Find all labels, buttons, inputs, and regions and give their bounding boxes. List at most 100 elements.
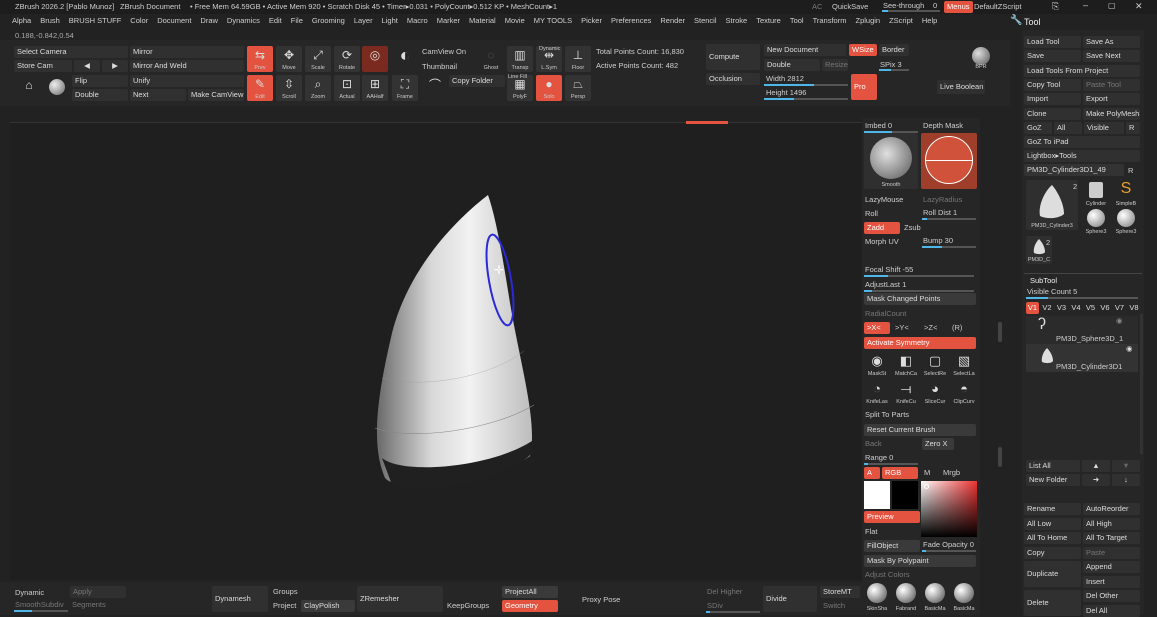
project-all-button[interactable]: ProjectAll — [502, 586, 558, 598]
edit-button[interactable]: ✎ Edit — [247, 75, 273, 101]
smooth-subdiv-track[interactable] — [14, 610, 68, 612]
unify-button[interactable]: Unify — [130, 75, 244, 87]
height-slider-label[interactable]: Height 1496 — [766, 88, 806, 98]
tool-selectre[interactable]: ▢ SelectRe — [922, 352, 948, 378]
lazyradius-slider[interactable]: LazyRadius — [923, 195, 962, 205]
tool-selectla[interactable]: ▧ SelectLa — [951, 352, 977, 378]
list-all-button[interactable]: List All — [1026, 460, 1080, 472]
scroll-button[interactable]: ⇳ Scroll — [276, 75, 302, 101]
tool-thumb-sphere-2[interactable]: Sphere3 — [1112, 208, 1140, 236]
paste-button[interactable]: Paste — [1083, 546, 1140, 559]
menu-document[interactable]: Document — [157, 16, 191, 25]
subtool-list-scrollbar[interactable] — [1140, 314, 1143, 454]
prev-camera-arrow[interactable]: ◀ — [74, 60, 100, 72]
menu-stroke[interactable]: Stroke — [726, 16, 748, 25]
tool-maskst[interactable]: ◉ MaskSt — [864, 352, 890, 378]
all-high-button[interactable]: All High — [1083, 517, 1140, 530]
subtool-header[interactable]: SubTool — [1030, 276, 1057, 286]
r-button[interactable]: R — [1126, 121, 1140, 134]
version-v8[interactable]: V8 — [1128, 302, 1141, 314]
actual-button[interactable]: ⊡ Actual — [334, 75, 360, 101]
del-higher-button[interactable]: Del Higher — [707, 587, 742, 597]
subtool-item-cylinder[interactable]: ◉ PM3D_Cylinder3D1 — [1026, 344, 1138, 372]
menu-draw[interactable]: Draw — [200, 16, 218, 25]
menu-color[interactable]: Color — [130, 16, 148, 25]
range-slider[interactable]: Range 0 — [865, 453, 893, 463]
double-button[interactable]: Double — [72, 89, 128, 101]
all-low-button[interactable]: All Low — [1024, 517, 1081, 530]
main-color-swatch[interactable] — [864, 481, 890, 509]
focal-shift-track[interactable] — [864, 275, 974, 277]
mirror-button[interactable]: Mirror — [130, 46, 244, 58]
range-track[interactable] — [864, 463, 918, 465]
width-slider[interactable] — [764, 84, 848, 86]
version-v3[interactable]: V3 — [1055, 302, 1068, 314]
fill-object-button[interactable]: FillObject — [864, 540, 920, 552]
mrgb-toggle[interactable]: Mrgb — [943, 468, 960, 478]
duplicate-button[interactable]: Duplicate — [1024, 561, 1081, 587]
copy-folder-button[interactable]: Copy Folder — [449, 75, 505, 87]
live-boolean-button[interactable]: Live Boolean — [937, 80, 985, 94]
make-polymesh-button[interactable]: Make PolyMesh3D — [1083, 107, 1140, 120]
gizmo-toggle-icon[interactable]: ◐ — [392, 46, 418, 72]
persp-button[interactable]: ⏢ Persp — [565, 75, 591, 101]
rgb-toggle[interactable]: RGB — [882, 467, 918, 479]
zadd-button[interactable]: Zadd — [864, 222, 900, 234]
height-slider[interactable] — [764, 98, 848, 100]
make-camview-button[interactable]: Make CamView — [188, 89, 244, 101]
imbed-slider[interactable]: Imbed 0 — [865, 121, 892, 131]
mirror-and-weld-button[interactable]: Mirror And Weld — [130, 60, 244, 72]
material-1[interactable]: Fabrand — [893, 581, 919, 613]
menu-light[interactable]: Light — [382, 16, 398, 25]
next-camera-arrow[interactable]: ▶ — [102, 60, 128, 72]
thumbnail-toggle[interactable]: Thumbnail — [422, 62, 457, 72]
roll-toggle[interactable]: Roll — [865, 209, 878, 219]
menu-transform[interactable]: Transform — [813, 16, 847, 25]
auto-reorder-button[interactable]: AutoReorder — [1083, 503, 1140, 515]
clone-button[interactable]: Clone — [1024, 107, 1081, 120]
copy-tool-button[interactable]: Copy Tool — [1024, 78, 1081, 91]
menu-layer[interactable]: Layer — [354, 16, 373, 25]
floor-button[interactable]: ⊥ Floor — [565, 46, 591, 72]
menu-edit[interactable]: Edit — [269, 16, 282, 25]
transp-button[interactable]: ▥ Transp — [507, 46, 533, 72]
menu-help[interactable]: Help — [922, 16, 937, 25]
segments-slider[interactable]: Segments — [72, 600, 106, 610]
switch-button[interactable]: Switch — [823, 601, 845, 611]
radial-symmetry-button[interactable]: (R) — [952, 323, 962, 333]
menu-grooming[interactable]: Grooming — [312, 16, 345, 25]
see-through-slider[interactable] — [882, 10, 940, 12]
menu-file[interactable]: File — [291, 16, 303, 25]
delete-button[interactable]: Delete — [1024, 590, 1081, 616]
version-v1[interactable]: V1 — [1026, 302, 1039, 314]
flat-toggle[interactable]: Flat — [865, 527, 878, 537]
del-other-button[interactable]: Del Other — [1083, 590, 1140, 602]
split-to-parts-button[interactable]: Split To Parts — [865, 410, 909, 420]
mask-by-polypaint-button[interactable]: Mask By Polypaint — [864, 555, 976, 567]
window-icon[interactable]: ⎘ — [1052, 1, 1059, 11]
mesh-cone-model[interactable] — [10, 123, 862, 581]
quicksave-button[interactable]: QuickSave — [832, 2, 868, 12]
subtool-item-sphere[interactable]: ʔ ◉ PM3D_Sphere3D_1 — [1026, 316, 1138, 344]
menu-dynamics[interactable]: Dynamics — [227, 16, 260, 25]
menu-brush[interactable]: Brush — [40, 16, 60, 25]
fade-opacity-slider[interactable]: Fade Opacity 0 — [923, 540, 974, 550]
tool-matchca[interactable]: ◧ MatchCa — [893, 352, 919, 378]
adjust-colors-button[interactable]: Adjust Colors — [865, 570, 910, 580]
radial-count-slider[interactable]: RadialCount — [865, 309, 906, 319]
roll-dist-slider[interactable]: Roll Dist 1 — [923, 208, 957, 218]
load-tool-button[interactable]: Load Tool — [1024, 36, 1081, 48]
m-toggle[interactable]: M — [924, 468, 930, 478]
menu-movie[interactable]: Movie — [505, 16, 525, 25]
rename-button[interactable]: Rename — [1024, 503, 1081, 515]
copy-button[interactable]: Copy — [1024, 546, 1081, 559]
groups-toggle[interactable]: Groups — [273, 587, 298, 597]
tool-thumb-sphere-1[interactable]: Sphere3 — [1082, 208, 1110, 236]
border-button[interactable]: Border — [879, 44, 909, 56]
material-sphere-icon[interactable] — [46, 76, 68, 98]
prev-button[interactable]: ⇆ Prev — [247, 46, 273, 72]
close-icon[interactable]: ✕ — [1135, 1, 1143, 11]
frame-button[interactable]: ⛶ Frame — [392, 75, 418, 101]
solo-button[interactable]: ● Solo — [536, 75, 562, 101]
visible-count-slider[interactable]: Visible Count 5 — [1027, 287, 1077, 297]
